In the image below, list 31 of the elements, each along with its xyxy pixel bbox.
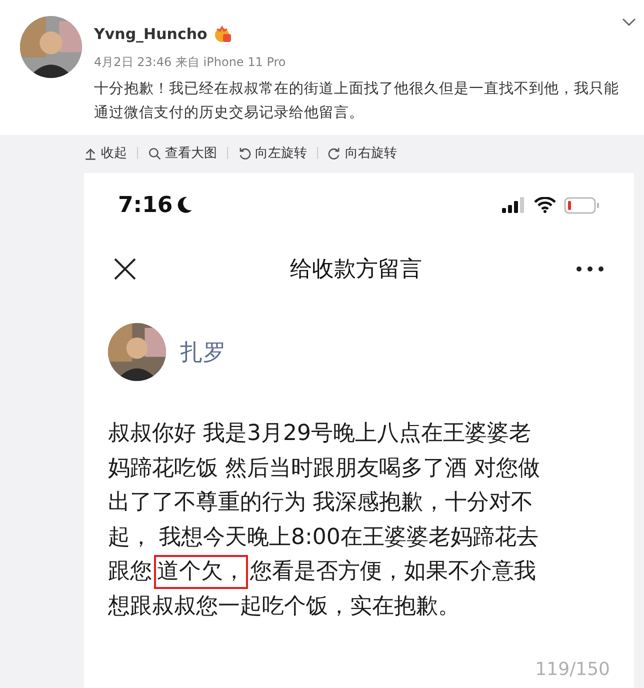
- badge-icon: [213, 24, 234, 44]
- post-text: 十分抱歉！我已经在叔叔常在的街道上面找了他很久但是一直找不到他，我只能通过微信支付的历史交易记录给他留言。: [94, 80, 619, 123]
- rotate-left-icon: [238, 146, 251, 160]
- message-line: 叔叔你好 我是3月29号晚上八点在王婆婆老: [108, 420, 531, 448]
- toolbar-button[interactable]: 收起: [84, 144, 127, 162]
- message-line: 起， 我想今天晚上8:00在王婆婆老妈蹄花去: [108, 524, 538, 552]
- message-line: 您看是否方便，如果不介意我: [250, 558, 536, 586]
- page-title: 给收款方留言: [290, 256, 422, 284]
- toolbar-button[interactable]: 向左旋转: [238, 144, 307, 162]
- wifi-icon: [534, 197, 556, 213]
- close-icon[interactable]: [114, 258, 136, 280]
- moon-icon: [176, 196, 193, 214]
- search-icon: [148, 146, 161, 160]
- character-counter: 119/150: [535, 659, 610, 680]
- toolbar-button[interactable]: 查看大图: [148, 144, 217, 162]
- message-line: 出了了不尊重的行为 我深感抱歉，十分对不: [108, 489, 533, 517]
- battery-icon: [564, 196, 600, 214]
- author-name[interactable]: Yvng_Huncho: [94, 25, 208, 43]
- rotate-right-icon: [328, 146, 341, 160]
- recipient-name: 扎罗: [180, 338, 226, 368]
- more-icon[interactable]: [576, 266, 604, 272]
- collapse-icon: [84, 146, 97, 160]
- message-line: 跟您: [108, 558, 152, 586]
- toolbar-button[interactable]: 向右旋转: [328, 144, 397, 162]
- status-time: 7:16: [118, 192, 173, 218]
- post-meta: 4月2日 23:46 来自 iPhone 11 Pro: [94, 54, 287, 71]
- highlighted-text: 道个欠，: [154, 555, 248, 590]
- chevron-down-icon[interactable]: [622, 18, 636, 27]
- message-line: 妈蹄花吃饭 然后当时跟朋友喝多了酒 对您做: [108, 454, 540, 482]
- message-line: 想跟叔叔您一起吃个饭，实在抱歉。: [108, 592, 460, 620]
- signal-icon: [502, 197, 526, 213]
